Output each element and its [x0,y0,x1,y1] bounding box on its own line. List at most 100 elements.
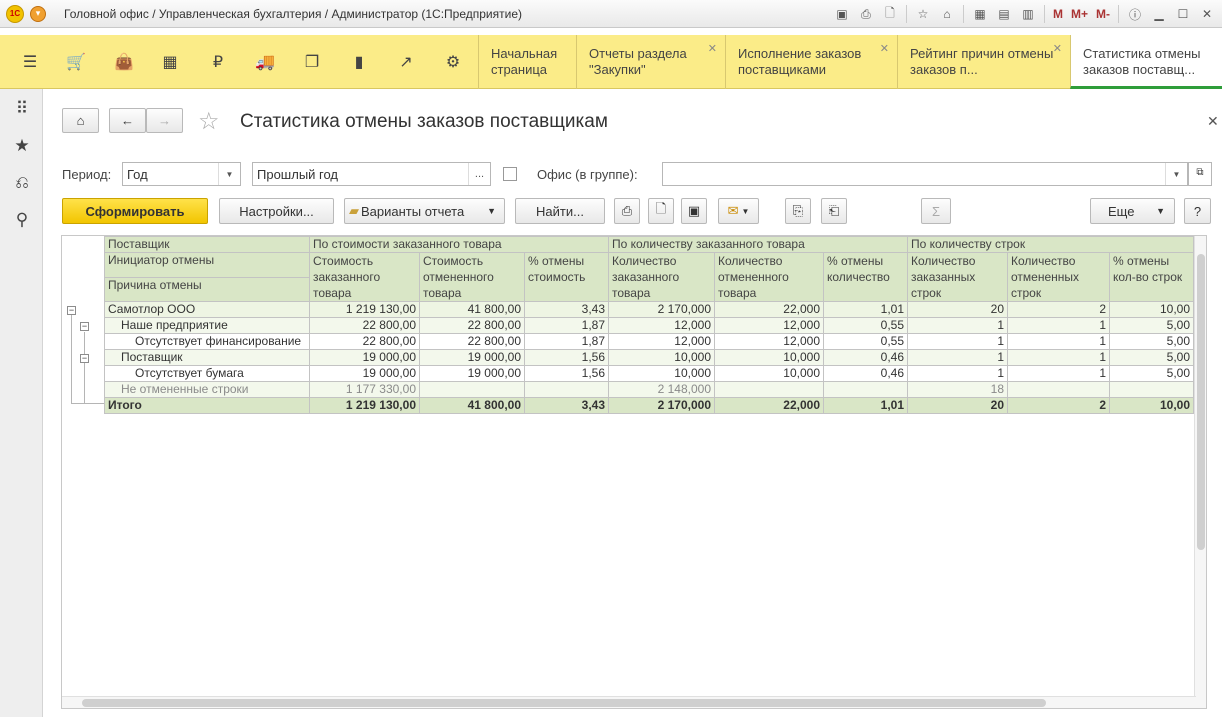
value-cell[interactable]: 19 000,00 [419,349,525,366]
help-button[interactable]: ? [1184,198,1211,224]
value-cell[interactable]: 10,000 [714,365,824,382]
period-value-input[interactable]: Прошлый год ... [252,162,491,186]
sum-button[interactable]: Σ [921,198,951,224]
value-cell[interactable]: 10,000 [608,349,715,366]
find-button[interactable]: Найти... [515,198,605,224]
report-spreadsheet[interactable]: − − − Поставщик По стоимости заказанного… [61,235,1207,709]
table-row[interactable]: Самотлор ООО 1 219 130,00 41 800,00 3,43 2 1… [104,301,1194,318]
value-cell[interactable] [1109,381,1194,398]
value-cell[interactable]: 1 219 130,00 [309,301,420,318]
table-row[interactable]: Не отмененные строки 1 177 330,00 2 148,00… [104,381,1194,398]
value-cell[interactable]: 1,87 [524,333,609,350]
office-checkbox[interactable] [503,167,517,181]
report-variants-button[interactable]: ▰ Варианты отчета ▼ [344,198,505,224]
value-cell[interactable]: 1 [907,333,1008,350]
delivery-truck-icon[interactable]: 🚚 [252,49,278,75]
close-icon[interactable]: ✕ [708,41,717,57]
settings-gear-icon[interactable]: ⚙ [440,49,466,75]
value-cell[interactable]: 1,01 [823,397,908,414]
row-name-cell[interactable]: Поставщик [104,349,310,366]
settings-button[interactable]: Настройки... [219,198,334,224]
reports-bars-icon[interactable]: ▮ [346,49,372,75]
value-cell[interactable]: 1 [907,317,1008,334]
print-icon[interactable]: ⎙ [855,4,877,24]
collapse-group-icon[interactable]: − [80,322,89,331]
value-cell[interactable]: 1 [907,349,1008,366]
tab-supplier-orders-execution[interactable]: Исполнение заказов поставщиками ✕ [725,35,897,89]
favorites-star-icon[interactable]: ★ [9,134,35,158]
finance-ruble-icon[interactable]: ₽ [205,49,231,75]
favorites-add-icon[interactable]: ☆ [912,4,934,24]
preview-icon[interactable]: 🗋 [879,4,901,24]
value-cell[interactable]: 18 [907,381,1008,398]
period-select-button[interactable]: ... [468,163,490,185]
office-input[interactable]: ▼ [662,162,1188,186]
value-cell[interactable]: 12,000 [608,333,715,350]
value-cell[interactable]: 1,87 [524,317,609,334]
print-icon[interactable]: ⎙ [614,198,640,224]
row-name-cell[interactable]: Самотлор ООО [104,301,310,318]
value-cell[interactable]: 5,00 [1109,349,1194,366]
value-cell[interactable]: 1 [1007,317,1110,334]
home-icon[interactable]: ⌂ [936,4,958,24]
tab-cancel-reasons-rating[interactable]: Рейтинг причин отмены заказов п... ✕ [897,35,1070,89]
value-cell[interactable]: 12,000 [714,317,824,334]
horizontal-scrollbar[interactable] [62,696,1196,708]
print-preview-icon[interactable]: 🗋 [648,198,674,224]
scroll-thumb[interactable] [1197,254,1205,550]
value-cell[interactable] [1007,381,1110,398]
value-cell[interactable]: 3,43 [524,301,609,318]
value-cell[interactable]: 22 800,00 [419,333,525,350]
value-cell[interactable]: 10,00 [1109,397,1194,414]
tab-home[interactable]: Начальная страница [478,35,576,89]
sales-cart-icon[interactable]: 🛒 [63,49,89,75]
calendar-icon[interactable]: ▤ [993,4,1015,24]
value-cell[interactable]: 10,00 [1109,301,1194,318]
value-cell[interactable] [714,381,824,398]
row-name-cell[interactable]: Наше предприятие [104,317,310,334]
all-functions-icon[interactable]: ⠿ [9,97,35,121]
value-cell[interactable]: 12,000 [608,317,715,334]
value-cell[interactable]: 19 000,00 [419,365,525,382]
value-cell[interactable]: 0,46 [823,365,908,382]
value-cell[interactable]: 10,000 [714,349,824,366]
save-icon[interactable]: ▣ [681,198,707,224]
maximize-icon[interactable]: ☐ [1172,4,1194,24]
value-cell[interactable]: 0,55 [823,317,908,334]
value-cell[interactable]: 10,000 [608,365,715,382]
vertical-scrollbar[interactable] [1194,236,1206,708]
scroll-thumb[interactable] [82,699,1046,707]
collapse-group-icon[interactable]: − [67,306,76,315]
value-cell[interactable]: 22 800,00 [419,317,525,334]
calculator-icon[interactable]: ▦ [969,4,991,24]
value-cell[interactable]: 1,56 [524,349,609,366]
purchases-bag-icon[interactable]: 👜 [111,49,137,75]
value-cell[interactable]: 2 [1007,301,1110,318]
home-button[interactable]: ⌂ [62,108,99,133]
value-cell[interactable]: 2 [1007,397,1110,414]
tab-cancel-statistics[interactable]: Статистика отмены заказов поставщ... [1070,35,1222,89]
row-name-cell[interactable]: Итого [104,397,310,414]
period-kind-select[interactable]: Год ▼ [122,162,241,186]
value-cell[interactable]: 1 177 330,00 [309,381,420,398]
value-cell[interactable]: 1,56 [524,365,609,382]
value-cell[interactable] [524,381,609,398]
value-cell[interactable]: 2 170,000 [608,397,715,414]
minimize-icon[interactable]: ▁ [1148,4,1170,24]
tab-purchases-reports[interactable]: Отчеты раздела "Закупки" ✕ [576,35,725,89]
close-window-icon[interactable]: ✕ [1196,4,1218,24]
value-cell[interactable]: 1 [1007,349,1110,366]
value-cell[interactable]: 22,000 [714,301,824,318]
documents-icon[interactable]: ❐ [299,49,325,75]
chevron-down-icon[interactable]: ▼ [218,163,240,185]
value-cell[interactable]: 5,00 [1109,317,1194,334]
value-cell[interactable]: 0,46 [823,349,908,366]
info-icon[interactable]: ⓘ [1124,4,1146,24]
value-cell[interactable]: 22 800,00 [309,333,420,350]
back-button[interactable]: ← [109,108,146,133]
memory-minus-button[interactable]: M- [1093,4,1113,24]
close-icon[interactable]: ✕ [1053,41,1062,57]
chevron-down-icon[interactable]: ▼ [1165,163,1187,185]
row-name-cell[interactable]: Отсутствует бумага [104,365,310,382]
table-row[interactable]: Итого 1 219 130,00 41 800,00 3,43 2 170,000 2… [104,397,1194,414]
